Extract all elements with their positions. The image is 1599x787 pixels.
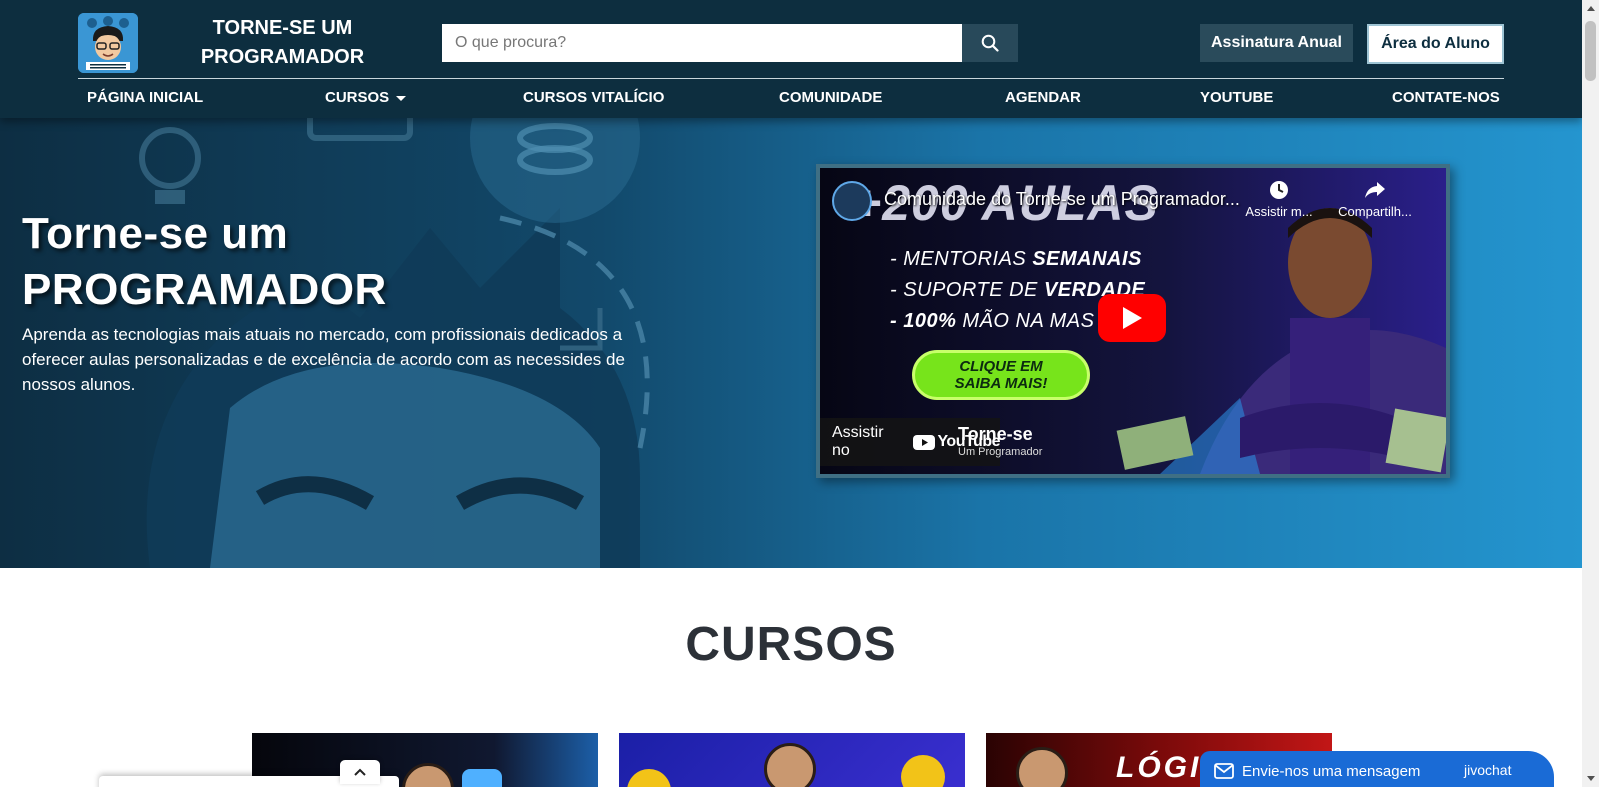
widget-expand-button[interactable] xyxy=(340,760,380,784)
vertical-scrollbar[interactable] xyxy=(1582,0,1599,787)
annual-subscription-button[interactable]: Assinatura Anual xyxy=(1200,24,1353,62)
nav-item-home[interactable]: PÁGINA INICIAL xyxy=(87,89,203,106)
chat-brand: jivochat xyxy=(1464,762,1512,778)
nav-item-youtube[interactable]: YOUTUBE xyxy=(1200,89,1273,106)
instructor-photo xyxy=(1016,747,1068,787)
chevron-up-icon xyxy=(354,768,366,776)
instructor-photo xyxy=(402,763,454,787)
nav-item-cursos-vitalicio[interactable]: CURSOS VITALÍCIO xyxy=(523,89,664,106)
logo-mascot-icon xyxy=(78,13,138,73)
chat-label: Envie-nos uma mensagem xyxy=(1242,762,1421,780)
video-brand-overlay-sub: Um Programador xyxy=(958,446,1043,458)
share-icon xyxy=(1365,182,1385,198)
triangle-up-icon xyxy=(1586,6,1595,11)
course-icon xyxy=(462,769,502,787)
video-brand-overlay: Torne-se xyxy=(958,424,1033,444)
decor-circle xyxy=(627,769,671,787)
youtube-video-embed[interactable]: +200 AULAS Comunidade do Torne-se um Pro… xyxy=(816,164,1450,478)
nav-item-agendar[interactable]: AGENDAR xyxy=(1005,89,1081,106)
search-icon xyxy=(981,34,999,52)
nav-item-cursos-label: CURSOS xyxy=(325,89,390,106)
hero-description: Aprenda as tecnologias mais atuais no me… xyxy=(22,325,625,394)
nav-item-cursos[interactable]: CURSOS xyxy=(325,89,407,106)
watch-on-label: Assistir no xyxy=(832,424,884,459)
envelope-icon xyxy=(1214,763,1234,779)
video-title[interactable]: Comunidade do Torne-se um Programador... xyxy=(884,189,1240,210)
scrollbar-thumb[interactable] xyxy=(1585,21,1596,81)
cursos-heading: CURSOS xyxy=(685,618,897,671)
scroll-down-arrow[interactable] xyxy=(1582,770,1599,787)
play-button[interactable] xyxy=(1098,294,1166,342)
nav-item-contate-nos[interactable]: CONTATE-NOS xyxy=(1392,89,1500,106)
course-card-2[interactable] xyxy=(619,733,965,787)
cta-line1: CLIQUE EM xyxy=(959,358,1043,375)
cta-line2: SAIBA MAIS! xyxy=(954,375,1048,392)
hero-title-line1: Torne-se um xyxy=(22,209,289,258)
caret-down-icon xyxy=(396,95,407,101)
scroll-up-arrow[interactable] xyxy=(1582,0,1599,17)
play-icon xyxy=(1123,307,1142,329)
hero-title: Torne-se um PROGRAMADOR xyxy=(22,206,387,318)
feature-line-1: - MENTORIAS SEMANAIS xyxy=(890,248,1142,270)
page: TORNE-SE UM PROGRAMADOR Assinatura Anual… xyxy=(0,0,1582,787)
student-area-button[interactable]: Área do Aluno xyxy=(1367,24,1504,64)
live-chat-widget[interactable]: Envie-nos uma mensagem jivochat xyxy=(1200,751,1554,787)
youtube-icon xyxy=(913,434,936,450)
watch-later-label: Assistir m... xyxy=(1245,204,1313,219)
instructor-photo xyxy=(764,743,816,787)
clock-icon xyxy=(1270,181,1288,199)
search-input[interactable] xyxy=(442,24,962,62)
course-card-3-title: LÓGI xyxy=(1116,751,1202,784)
brand-line1: TORNE-SE UM xyxy=(212,17,353,39)
site-brand[interactable]: TORNE-SE UM PROGRAMADOR xyxy=(190,14,375,72)
nav-item-comunidade[interactable]: COMUNIDADE xyxy=(779,89,882,106)
brand-line2: PROGRAMADOR xyxy=(200,46,365,68)
channel-avatar[interactable] xyxy=(832,181,872,221)
triangle-down-icon xyxy=(1586,776,1595,781)
header-divider xyxy=(78,78,1504,79)
share-button[interactable]: Compartilh... xyxy=(1330,180,1420,219)
site-header: TORNE-SE UM PROGRAMADOR Assinatura Anual… xyxy=(0,0,1582,118)
site-logo[interactable] xyxy=(78,13,138,73)
decor-circle xyxy=(901,755,945,787)
video-cta-badge: CLIQUE EM SAIBA MAIS! xyxy=(912,350,1090,400)
hero-title-line2: PROGRAMADOR xyxy=(22,265,387,314)
watch-later-button[interactable]: Assistir m... xyxy=(1234,180,1324,219)
share-label: Compartilh... xyxy=(1338,204,1412,219)
search-button[interactable] xyxy=(962,24,1018,62)
